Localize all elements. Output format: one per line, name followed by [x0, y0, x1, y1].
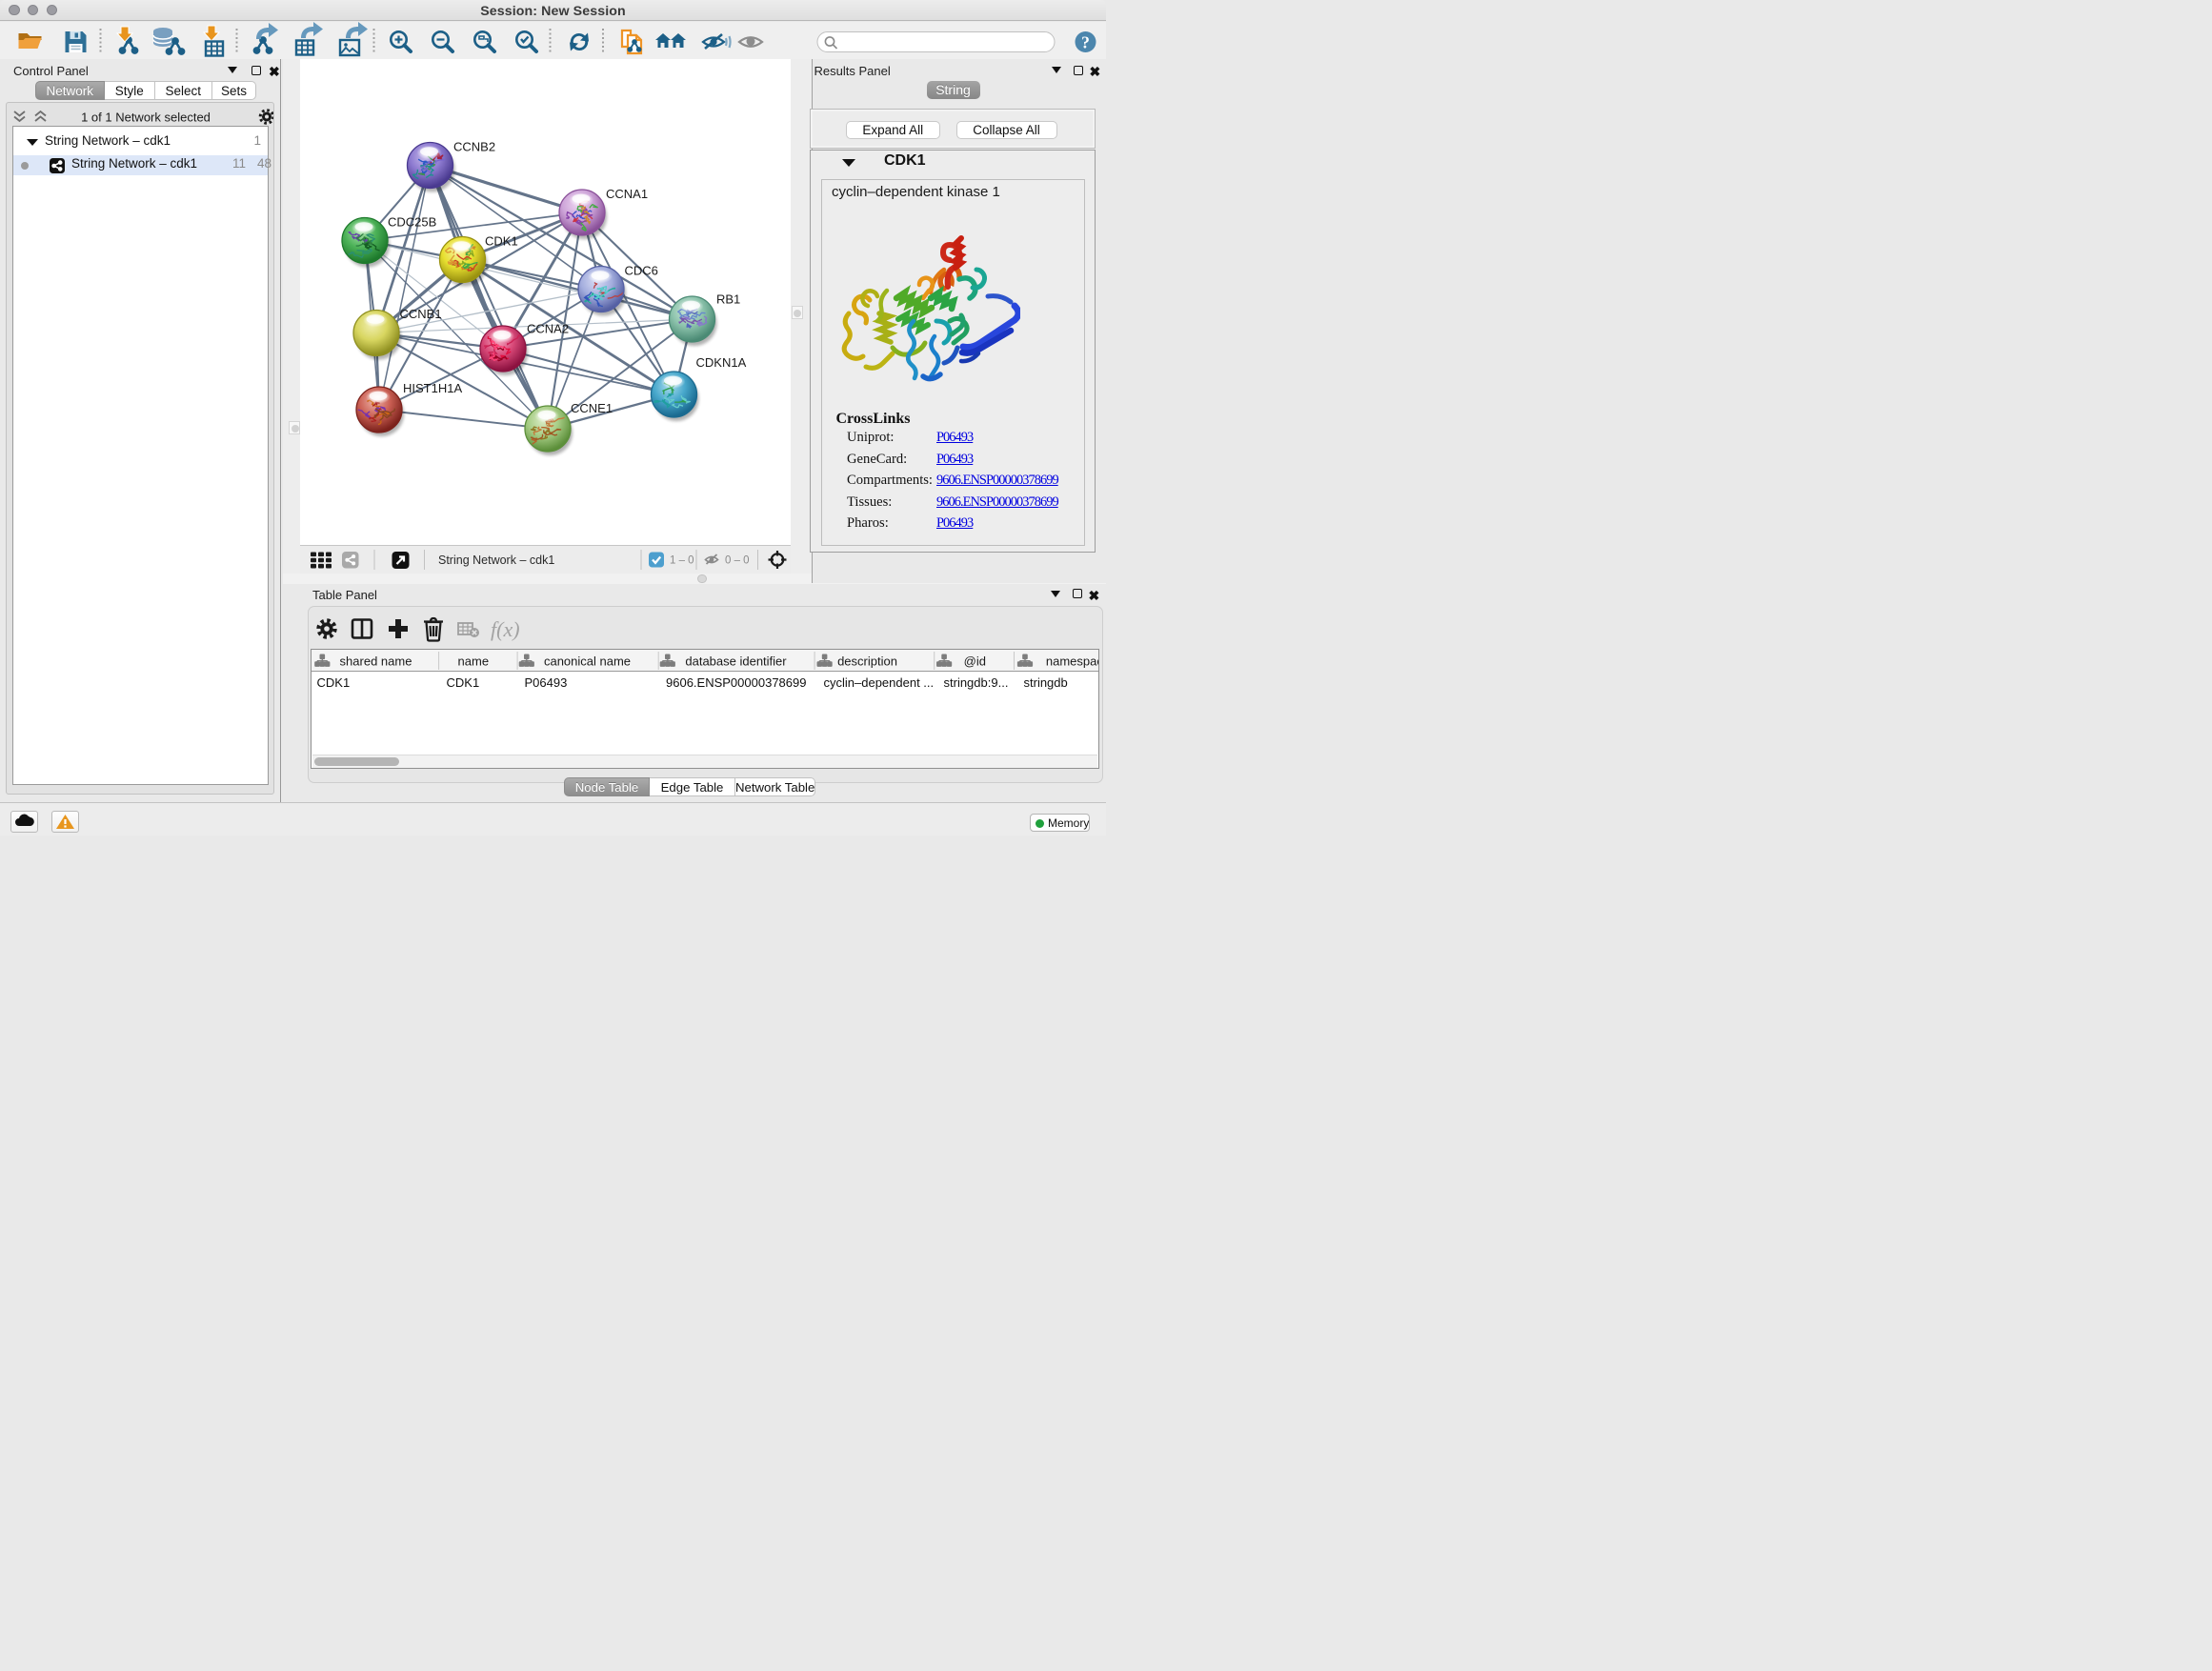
- svg-text:?: ?: [1081, 32, 1090, 51]
- svg-text:CCNB1: CCNB1: [400, 307, 442, 321]
- svg-text:RB1: RB1: [716, 292, 740, 307]
- svg-text:0 – 0: 0 – 0: [725, 555, 750, 567]
- svg-text:description: description: [837, 654, 897, 669]
- svg-text:P06493: P06493: [525, 675, 568, 690]
- svg-text:CCNA1: CCNA1: [606, 187, 648, 201]
- svg-text:shared name: shared name: [340, 654, 412, 669]
- svg-text:stringdb: stringdb: [1024, 675, 1068, 690]
- svg-text:namespace: namespace: [1046, 654, 1098, 669]
- svg-text:f(x): f(x): [491, 617, 520, 641]
- svg-text:CDC25B: CDC25B: [388, 215, 436, 230]
- svg-text:canonical name: canonical name: [544, 654, 631, 669]
- svg-text:cyclin–dependent ...: cyclin–dependent ...: [824, 675, 935, 690]
- svg-text:String Network – cdk1: String Network – cdk1: [438, 554, 554, 567]
- svg-text:9606.ENSP00000378699: 9606.ENSP00000378699: [666, 675, 806, 690]
- svg-text:CCNA2: CCNA2: [527, 322, 569, 336]
- svg-text:CDKN1A: CDKN1A: [696, 355, 747, 370]
- svg-text:@id: @id: [964, 654, 986, 669]
- svg-text:1 – 0: 1 – 0: [670, 555, 694, 567]
- svg-text:HIST1H1A: HIST1H1A: [403, 381, 462, 395]
- svg-text:CDK1: CDK1: [485, 234, 518, 249]
- svg-text:CDC6: CDC6: [625, 264, 658, 278]
- svg-text:database identifier: database identifier: [685, 654, 787, 669]
- svg-text:CDK1: CDK1: [317, 675, 351, 690]
- svg-text:name: name: [458, 654, 490, 669]
- svg-text:stringdb:9...: stringdb:9...: [944, 675, 1009, 690]
- svg-text:CCNB2: CCNB2: [453, 140, 495, 154]
- svg-text:1 of 1 Network selected: 1 of 1 Network selected: [81, 111, 211, 125]
- svg-text:CCNE1: CCNE1: [571, 401, 613, 415]
- svg-text:CDK1: CDK1: [447, 675, 480, 690]
